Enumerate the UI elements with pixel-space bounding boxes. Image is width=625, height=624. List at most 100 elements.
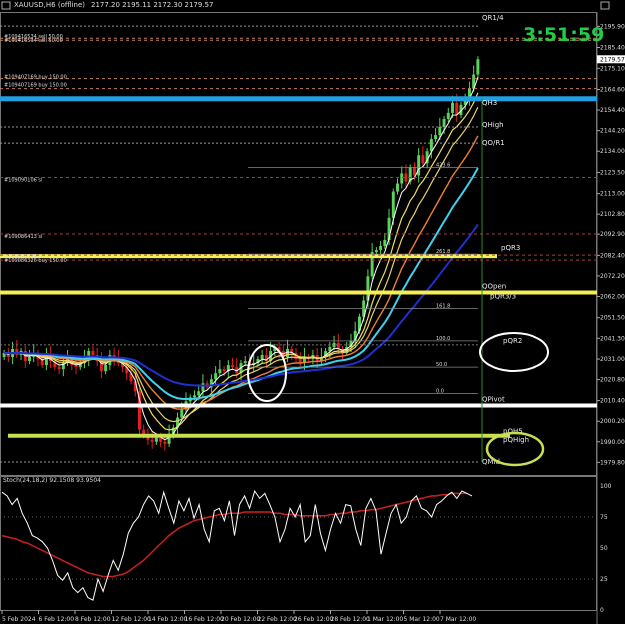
level-label-pqr2: pQR2 [503,337,522,345]
candle-body [383,240,387,247]
candle-body [163,441,167,444]
stoch-tick-label: 100 [600,483,612,490]
candle-body [214,373,218,380]
price-tick-label: 2123.50 [600,169,625,176]
price-tick-label: 2102.80 [600,211,625,218]
candle-body [476,59,480,75]
candle-body [379,246,383,251]
time-tick-label: 6 Feb 12:00 [39,616,75,623]
time-tick-label: 5 Feb 2024 [2,616,36,623]
level-label-qh3: QH3 [482,99,497,107]
order-label: #109407169 buy 150.00 [4,83,67,89]
candle-body [222,369,226,372]
price-tick-label: 2164.60 [600,86,625,93]
stoch-title: Stoch(24,18,2) 92.1508 93.9504 [3,477,101,484]
time-tick-label: 8 Feb 12:00 [75,616,111,623]
level-label-pqr33: pQR3/3 [490,293,516,301]
price-tick-label: 2041.30 [600,335,625,342]
price-tick-label: 1979.80 [600,459,625,466]
candle-body [438,127,442,136]
stoch-tick-label: 50 [600,545,608,552]
stoch-tick-label: 0 [600,607,604,614]
price-tick-label: 1990.00 [600,439,625,446]
price-tick-label: 2000.20 [600,418,625,425]
time-tick-label: 12 Feb 12:00 [112,616,152,623]
level-label-qpivot: QPivot [482,395,505,403]
candle-body [260,355,264,360]
time-tick-label: 20 Feb 12:00 [221,616,261,623]
price-tick-label: 2154.40 [600,107,625,114]
price-tick-label: 2113.00 [600,191,625,198]
level-label-qr1: QR1/4 [482,14,504,22]
candle-body [197,391,201,396]
level-label-pqhigh: pQHigh [503,436,529,444]
fib-label: 261.8 [436,249,450,255]
time-tick-label: 7 Mar 12:00 [440,616,476,623]
candle-body [180,409,184,418]
fib-label: 423.6 [436,162,450,168]
price-tick-label: 2134.00 [600,148,625,155]
candle-body [28,357,31,362]
price-tick-label: 2092.90 [600,231,625,238]
price-tick-label: 2020.80 [600,377,625,384]
candle-body [192,395,196,398]
level-label-pqr3: pQR3 [501,244,520,252]
stoch-main-line [1,489,473,601]
stoch-tick-label: 25 [600,576,608,583]
fib-label: 50.0 [436,362,447,368]
candle-body [417,155,421,176]
countdown-timer: 3:51:59 [523,24,605,46]
candle-body [434,135,438,140]
time-tick-label: 14 Feb 12:00 [148,616,188,623]
chart-canvas[interactable]: 2195.902185.402175.102164.602154.402144.… [0,0,625,624]
candle-body [150,439,154,442]
stoch-panel-frame [0,476,597,611]
time-tick-label: 22 Feb 12:00 [258,616,298,623]
price-tick-label: 2072.20 [600,273,625,280]
time-tick-label: 1 Mar 12:00 [367,616,403,623]
price-tick-label: 2051.50 [600,315,625,322]
price-tick-label: 2082.40 [600,252,625,259]
candle-body [91,350,95,356]
candle-body [231,365,235,368]
price-tick-label: 2144.20 [600,128,625,135]
price-tick-label: 2062.00 [600,293,625,300]
level-label-qopen: QOpen [482,282,506,290]
candle-body [442,118,446,128]
price-tick-label: 2031.00 [600,356,625,363]
price-tick-label: 2175.10 [600,65,625,72]
candle-body [104,365,108,372]
candle-body [451,102,454,113]
level-label-qhigh: QHigh [482,121,504,129]
candle-body [446,112,450,119]
order-label: #109416534 sell 50.00 [4,38,63,44]
stoch-tick-label: 75 [600,514,608,521]
candle-body [455,102,459,115]
candle-body [412,167,416,176]
candle-body [243,361,247,364]
candle-body [374,250,378,253]
candle-body [396,183,399,192]
order-label: #109086326 buy 150.00 [4,258,67,264]
order-label: #109090106 sl [4,177,42,183]
candle-body [154,437,158,442]
candle-body [201,383,205,392]
candle-body [391,191,395,218]
fib-label: 161.8 [436,304,450,310]
order-label: #109407169 buy 150.00 [4,75,67,81]
level-label-qor1: QO/R1 [482,139,505,147]
candle-body [218,369,222,374]
window-title: XAUUSD,H6 (offline) [14,1,86,9]
order-label: #109086413 sl [4,234,42,240]
time-tick-label: 16 Feb 12:00 [185,616,225,623]
current-price-label: 2179.57 [600,56,625,63]
candle-body [57,367,61,370]
candle-body [421,155,425,164]
fib-label: 100.0 [436,336,450,342]
price-tick-label: 2010.40 [600,398,625,405]
time-tick-label: 5 Mar 12:00 [404,616,440,623]
time-tick-label: 26 Feb 12:00 [294,616,334,623]
time-tick-label: 28 Feb 12:00 [331,616,371,623]
candle-body [400,173,404,184]
candle-body [15,348,19,356]
